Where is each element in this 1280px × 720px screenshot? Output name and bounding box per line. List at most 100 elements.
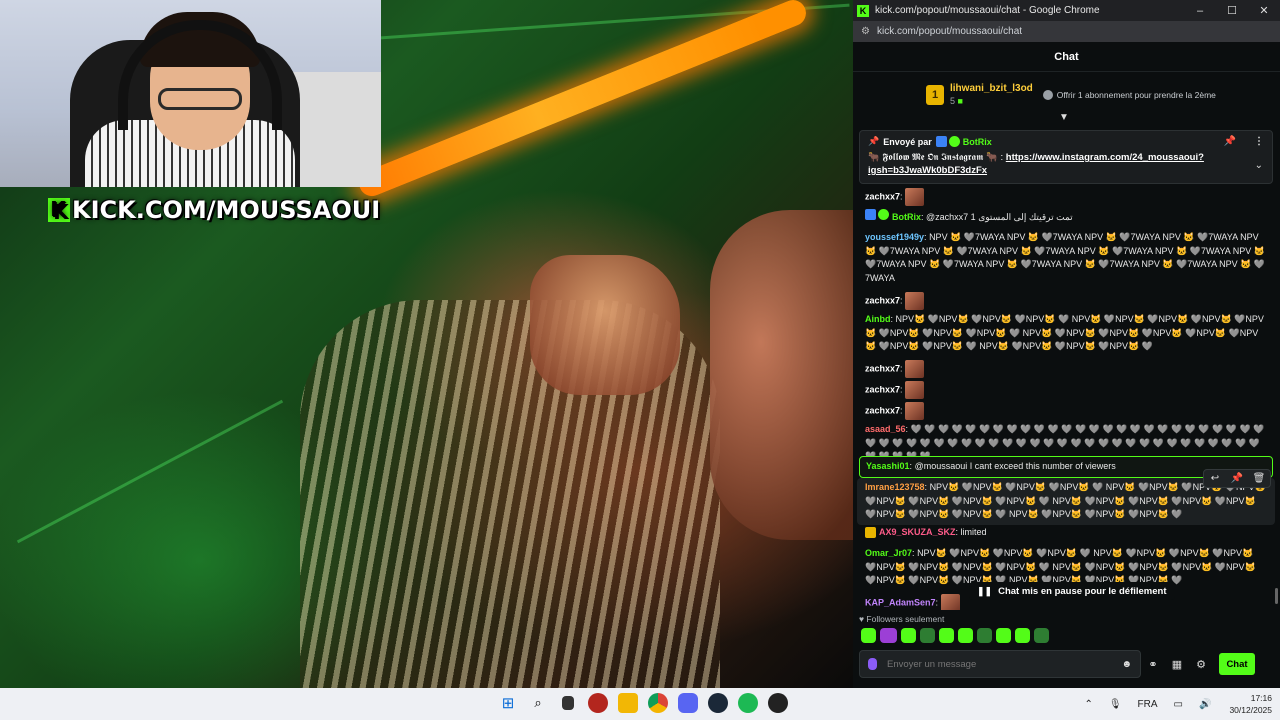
chat-username[interactable]: zachxx7 — [865, 384, 900, 394]
microphone-icon[interactable] — [868, 658, 877, 670]
gift-sub-offer[interactable]: Offrir 1 abonnement pour prendre la 2ème — [1057, 90, 1216, 100]
store-icon[interactable]: ▦ — [1165, 658, 1189, 671]
emote-icon[interactable] — [996, 628, 1011, 643]
scene-face — [710, 210, 853, 540]
taskbar-apps: ⊞ ⌕ — [498, 693, 788, 713]
chat-message[interactable]: youssef1949y: NPV 🐱 🩶7WAYA NPV 🐱 🩶7WAYA … — [865, 231, 1265, 285]
sub-count: 5 ■ — [950, 96, 1033, 106]
address-bar[interactable]: ⚙ kick.com/popout/moussaoui/chat — [853, 21, 1280, 42]
emote-icon[interactable] — [861, 628, 876, 643]
verified-icon — [878, 209, 889, 220]
chat-message[interactable]: zachxx7: — [865, 188, 1265, 206]
emote-icon[interactable] — [901, 628, 916, 643]
chat-message[interactable]: Imrane123758: NPV🐱 🩶NPV🐱 🩶NPV🐱 🩶NPV🐱 🩶 N… — [857, 469, 1275, 525]
chat-username[interactable]: BotRix — [892, 212, 921, 222]
chat-username[interactable]: AX9_SKUZA_SKZ — [879, 527, 956, 537]
collapse-icon[interactable]: ▼ — [1059, 112, 1069, 123]
app-icon[interactable] — [588, 693, 608, 713]
chat-paused-indicator[interactable]: ❚❚ Chat mis en pause pour le défilement — [969, 582, 1175, 600]
chat-messages[interactable]: zachxx7: BotRix: @zachxx7 تمت ترقيتك إلى… — [853, 186, 1280, 610]
delete-icon[interactable]: 🗑 — [1248, 470, 1270, 487]
chat-message-text: @moussaoui I cant exceed this number of … — [914, 461, 1116, 471]
clock-time: 17:16 — [1250, 693, 1272, 703]
send-chat-button[interactable]: Chat — [1219, 653, 1255, 675]
emote-icon[interactable] — [939, 628, 954, 643]
stream-video[interactable]: K KICK.COM/MOUSSAOUI — [0, 0, 853, 688]
emote-icon[interactable] — [920, 628, 935, 643]
chat-message[interactable]: zachxx7: — [865, 402, 1265, 420]
chat-username[interactable]: KAP_AdamSen7 — [865, 597, 936, 607]
chat-username[interactable]: Omar_Jr07 — [865, 548, 912, 558]
kick-favicon-icon: K — [857, 4, 869, 17]
emote-icon[interactable] — [880, 628, 897, 643]
chat-message[interactable]: zachxx7: — [865, 381, 1265, 399]
chat-username[interactable]: Ainbd — [865, 314, 891, 324]
chat-username[interactable]: youssef1949y — [865, 232, 924, 242]
chevron-down-icon[interactable]: ⌄ — [1255, 160, 1263, 171]
sub-leaderboard[interactable]: 1 lihwani_bzit_l3od 5 ■ Offrir 1 abonnem… — [853, 72, 1280, 117]
message-input[interactable] — [887, 658, 1122, 670]
spotify-icon[interactable] — [738, 693, 758, 713]
windows-start-icon[interactable]: ⊞ — [498, 693, 518, 713]
settings-gear-icon[interactable]: ⚙ — [1189, 658, 1213, 671]
maximize-button[interactable]: ☐ — [1216, 4, 1248, 17]
pin-message-icon[interactable]: 📌 — [1226, 470, 1248, 487]
reply-icon[interactable]: ↩ — [1204, 470, 1226, 487]
language-indicator[interactable]: FRA — [1138, 699, 1158, 710]
pinned-prefix: Envoyé par — [883, 136, 932, 147]
pinned-message[interactable]: 📌 Envoyé par BotRix 📌 ⋮ 🐂 𝕱𝖔𝖑𝖑𝖔𝖜 𝕸𝖊 𝕺𝖓 𝕴… — [859, 130, 1273, 184]
volume-icon[interactable]: 🔊 — [1199, 699, 1211, 710]
chat-username[interactable]: Imrane123758 — [865, 482, 925, 492]
message-mod-actions: ↩ 📌 🗑 — [1203, 469, 1271, 488]
chat-username[interactable]: zachxx7 — [865, 295, 900, 305]
verified-icon — [948, 136, 960, 147]
emote-icon[interactable] — [958, 628, 973, 643]
window-titlebar[interactable]: K kick.com/popout/moussaoui/chat - Googl… — [853, 0, 1280, 21]
emote-icon[interactable] — [977, 628, 992, 643]
obs-icon[interactable] — [768, 693, 788, 713]
chat-emote-image — [940, 594, 960, 610]
chat-username[interactable]: asaad_56 — [865, 424, 906, 434]
chat-username[interactable]: Yasashi01 — [866, 461, 910, 471]
more-options-icon[interactable]: ⋮ — [1254, 136, 1264, 147]
unpin-icon[interactable]: 📌 — [1224, 136, 1236, 147]
chevron-up-icon[interactable]: ⌃ — [1084, 699, 1092, 710]
emoji-picker-icon[interactable]: ☻ — [1121, 659, 1132, 670]
minimize-button[interactable]: – — [1184, 5, 1216, 17]
message-input-box[interactable]: ☻ — [859, 650, 1141, 678]
task-view-icon[interactable] — [562, 696, 574, 710]
chat-scrollbar[interactable] — [1275, 588, 1278, 604]
pinned-bot-name[interactable]: BotRix — [963, 137, 992, 147]
microphone-tray-icon[interactable]: 🎙 — [1109, 699, 1122, 710]
site-info-icon[interactable]: ⚙ — [861, 26, 871, 37]
emote-icon[interactable] — [1015, 628, 1030, 643]
chat-separator: : — [935, 597, 941, 608]
pinned-text: 🐂 𝕱𝖔𝖑𝖑𝖔𝖜 𝕸𝖊 𝕺𝖓 𝕴𝖓𝖘𝖙𝖆𝖌𝖗𝖆𝖒 🐂 : — [868, 152, 1006, 163]
address-url[interactable]: kick.com/popout/moussaoui/chat — [877, 26, 1022, 37]
clock[interactable]: 17:16 30/12/2025 — [1229, 692, 1272, 716]
search-icon[interactable]: ⌕ — [528, 693, 548, 713]
chrome-icon[interactable] — [648, 693, 668, 713]
file-explorer-icon[interactable] — [618, 693, 638, 713]
chat-username[interactable]: zachxx7 — [865, 363, 900, 373]
chat-message[interactable]: Ainbd: NPV🐱 🩶NPV🐱 🩶NPV🐱 🩶NPV🐱 🩶 NPV🐱 🩶NP… — [865, 313, 1265, 354]
network-icon[interactable]: ▭ — [1174, 699, 1183, 710]
discord-icon[interactable] — [678, 693, 698, 713]
community-icon[interactable]: ⚭ — [1141, 658, 1165, 671]
close-button[interactable]: ✕ — [1248, 4, 1280, 17]
emote-icon[interactable] — [1034, 628, 1049, 643]
sub-gift-icon: ■ — [957, 96, 963, 106]
chat-message[interactable]: AX9_SKUZA_SKZ: limited — [865, 526, 1265, 540]
pause-icon: ❚❚ — [977, 585, 993, 596]
chat-username[interactable]: zachxx7 — [865, 191, 900, 201]
chat-message[interactable]: zachxx7: — [865, 292, 1265, 310]
chat-message[interactable]: zachxx7: — [865, 360, 1265, 378]
sub-user-name[interactable]: lihwani_bzit_l3od — [950, 83, 1033, 94]
chat-username[interactable]: zachxx7 — [865, 405, 900, 415]
sub-count-value: 5 — [950, 96, 956, 106]
chat-message[interactable]: BotRix: @zachxx7 تمت ترقيتك إلى المستوى … — [865, 209, 1265, 225]
steam-icon[interactable] — [708, 693, 728, 713]
chrome-window: K kick.com/popout/moussaoui/chat - Googl… — [853, 0, 1280, 688]
pinned-header: 📌 Envoyé par BotRix 📌 ⋮ — [868, 136, 1264, 147]
chat-emote-image — [905, 188, 925, 206]
